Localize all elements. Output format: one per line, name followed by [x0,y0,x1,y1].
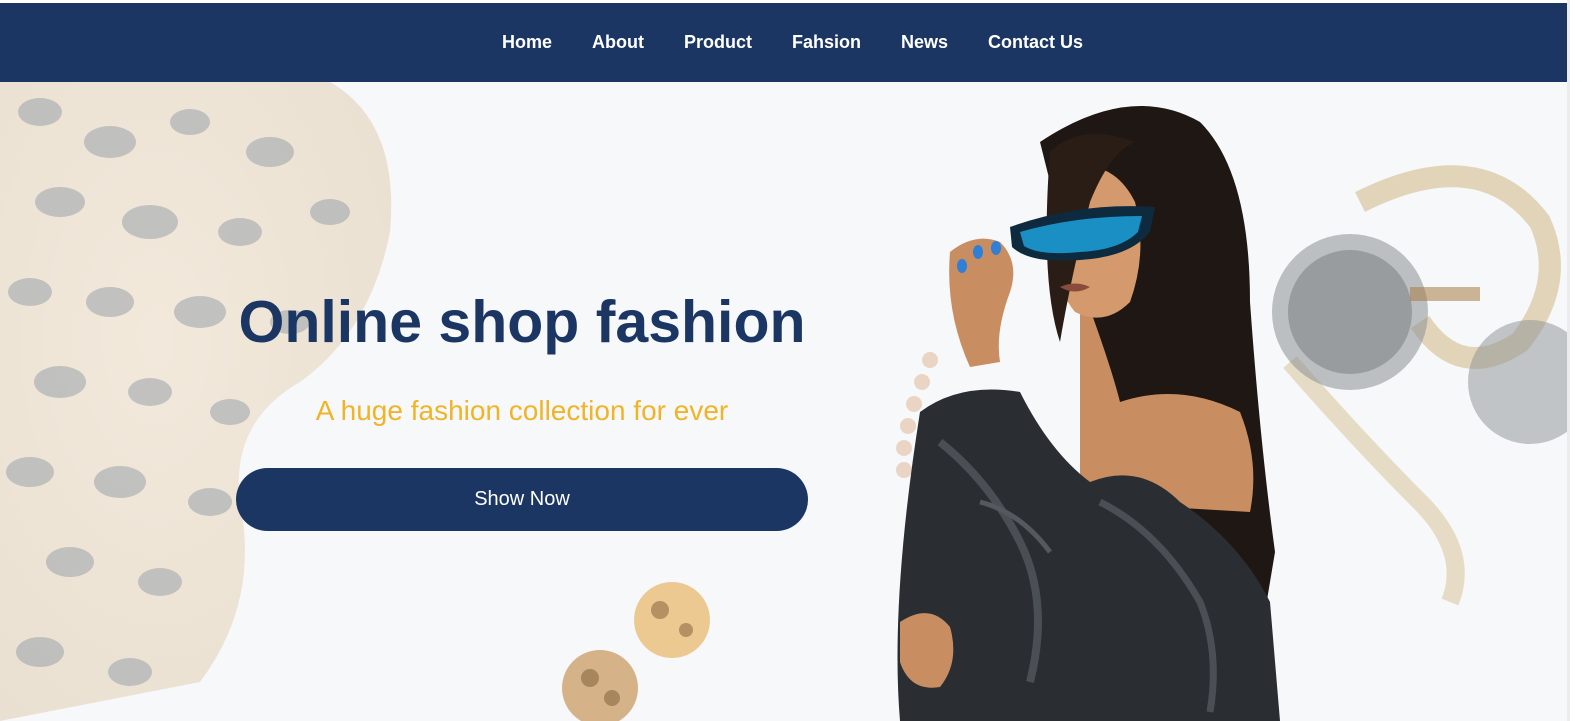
nav-link-home[interactable]: Home [482,3,572,82]
model-photo [897,106,1280,721]
hero-section: Online shop fashion A huge fashion colle… [0,82,1567,721]
nav-link-about[interactable]: About [572,3,664,82]
nav-link-product[interactable]: Product [664,3,772,82]
show-now-button[interactable]: Show Now [236,468,808,531]
main-nav: Home About Product Fahsion News Contact … [482,3,1103,82]
hero-subtitle: A huge fashion collection for ever [315,395,729,426]
nav-link-fashion[interactable]: Fahsion [772,3,881,82]
nav-link-contact-us[interactable]: Contact Us [968,3,1103,82]
top-navigation-bar: Home About Product Fahsion News Contact … [0,3,1567,82]
nav-link-news[interactable]: News [881,3,968,82]
page-scrollbar[interactable] [1567,0,1570,721]
hero-title: Online shop fashion [238,289,806,355]
